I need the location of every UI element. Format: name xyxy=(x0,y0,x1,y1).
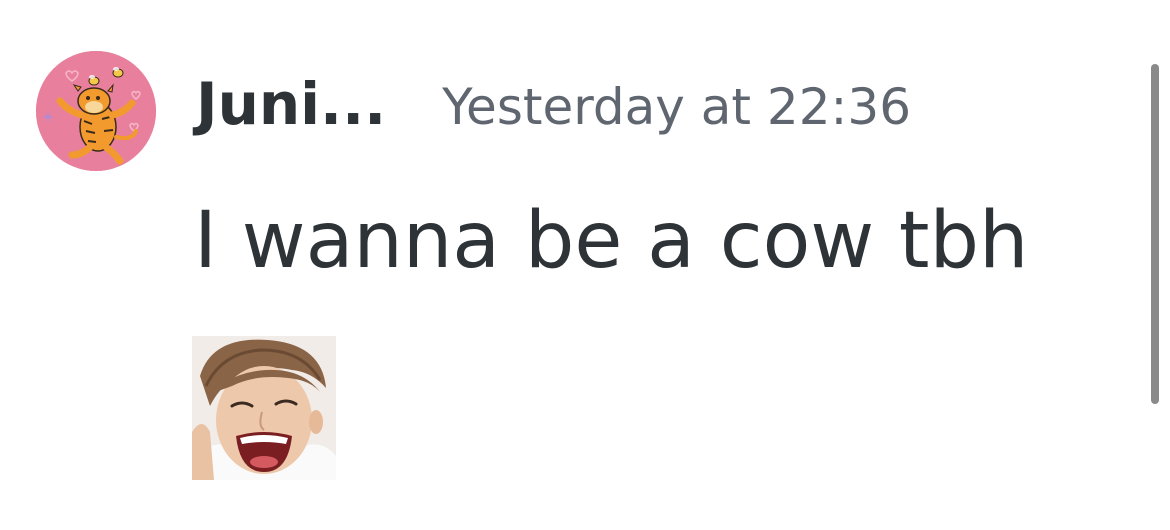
scrollbar[interactable] xyxy=(1151,64,1159,404)
message-content: I wanna be a cow tbh xyxy=(194,196,1029,286)
timestamp: Yesterday at 22:36 xyxy=(442,78,912,136)
message-header: Juni... Yesterday at 22:36 xyxy=(196,70,911,160)
sticker[interactable] xyxy=(192,336,336,480)
laughing-person-sticker-icon xyxy=(192,336,336,480)
tigger-avatar-icon xyxy=(36,51,156,171)
user-avatar[interactable] xyxy=(36,51,156,171)
username[interactable]: Juni... xyxy=(196,70,386,138)
chat-message: Juni... Yesterday at 22:36 I wanna be a … xyxy=(0,0,1170,530)
